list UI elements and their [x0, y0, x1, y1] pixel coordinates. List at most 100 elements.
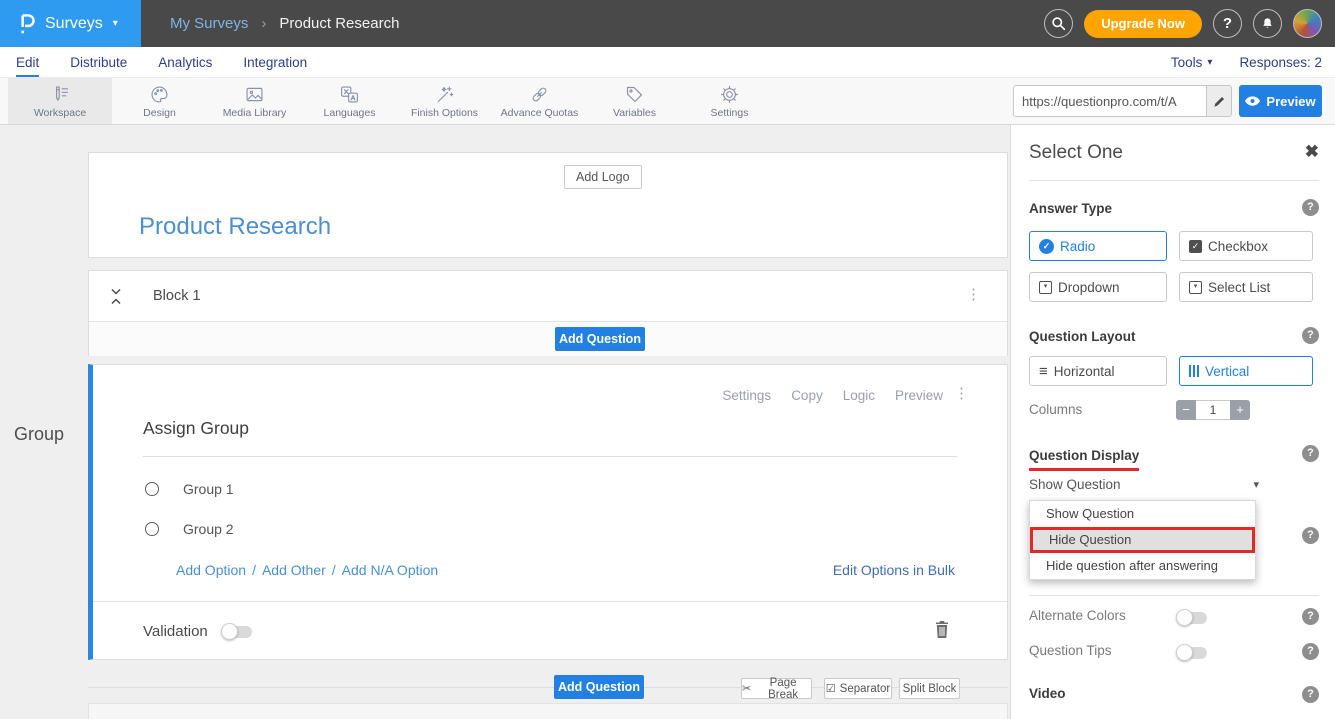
tab-analytics[interactable]: Analytics [158, 47, 212, 77]
help-button[interactable]: ? [1213, 9, 1242, 38]
image-icon [244, 84, 265, 105]
chevron-down-icon: ▾ [1207, 57, 1212, 68]
validation-toggle[interactable] [222, 626, 252, 638]
slash-separator: / [332, 562, 336, 578]
question-preview-link[interactable]: Preview [895, 388, 943, 403]
columns-increment-button[interactable]: + [1230, 400, 1250, 420]
alternate-colors-toggle[interactable] [1177, 612, 1207, 624]
edit-url-button[interactable] [1206, 86, 1231, 116]
editor-toolbar: Workspace Design Media Library Languages… [0, 78, 1335, 125]
hidden-setting-help-icon[interactable]: ? [1302, 527, 1319, 544]
radio-button[interactable] [145, 522, 159, 536]
menu-item-show-question[interactable]: Show Question [1030, 501, 1255, 527]
survey-header-card: Add Logo Product Research [88, 152, 1008, 258]
upgrade-now-button[interactable]: Upgrade Now [1084, 10, 1202, 38]
add-question-button[interactable]: Add Question [555, 327, 645, 351]
magic-wand-icon [434, 84, 455, 105]
toolbar-tab-finish-options[interactable]: Finish Options [397, 78, 492, 124]
breadcrumb-my-surveys[interactable]: My Surveys [170, 15, 248, 32]
question-title[interactable]: Assign Group [143, 418, 249, 439]
survey-url-input[interactable] [1014, 86, 1206, 116]
workspace-icon [50, 84, 71, 105]
block-menu-icon[interactable]: ⋮ [966, 287, 981, 302]
tools-menu[interactable]: Tools ▾ [1171, 55, 1213, 70]
toolbar-tab-design[interactable]: Design [112, 78, 207, 124]
layout-horizontal-button[interactable]: ≡ Horizontal [1029, 356, 1167, 386]
toggle-knob [1176, 609, 1193, 626]
select-list-box-icon: ▾ [1189, 281, 1202, 294]
add-option-link[interactable]: Add Option [176, 562, 246, 578]
survey-url-box [1013, 85, 1232, 117]
survey-nav-bar: Edit Distribute Analytics Integration To… [0, 47, 1335, 78]
split-block-button[interactable]: Split Block [899, 678, 960, 699]
question-title-underline [143, 456, 957, 457]
option-label[interactable]: Group 1 [183, 481, 234, 497]
validation-label: Validation [143, 623, 208, 640]
toolbar-tab-variables[interactable]: Variables [587, 78, 682, 124]
block-title[interactable]: Block 1 [153, 288, 201, 304]
tab-edit[interactable]: Edit [16, 47, 39, 77]
tab-integration[interactable]: Integration [243, 47, 307, 77]
answer-type-option-label: Checkbox [1208, 239, 1268, 254]
answer-type-help-icon[interactable]: ? [1302, 199, 1319, 216]
columns-stepper: − + [1176, 400, 1250, 420]
radio-button[interactable] [145, 482, 159, 496]
dropdown-box-icon: ▾ [1039, 281, 1052, 294]
add-question-button-bottom[interactable]: Add Question [554, 675, 644, 699]
video-help-icon[interactable]: ? [1302, 686, 1319, 703]
breadcrumb-separator-icon: › [261, 15, 266, 32]
answer-type-option-label: Select List [1208, 280, 1270, 295]
question-copy-link[interactable]: Copy [791, 388, 823, 403]
answer-type-select-list-button[interactable]: ▾ Select List [1179, 272, 1313, 302]
question-settings-panel: Select One ✖ Answer Type ? ✓ Radio ✓ Che… [1010, 125, 1335, 719]
separator-button[interactable]: ☑ Separator [824, 678, 892, 699]
preview-button[interactable]: Preview [1239, 85, 1322, 117]
answer-type-dropdown-button[interactable]: ▾ Dropdown [1029, 272, 1167, 302]
alternate-colors-help-icon[interactable]: ? [1302, 608, 1319, 625]
question-tips-help-icon[interactable]: ? [1302, 643, 1319, 660]
add-other-link[interactable]: Add Other [262, 562, 326, 578]
add-logo-button[interactable]: Add Logo [564, 165, 642, 189]
product-menu[interactable]: Surveys ▾ [0, 0, 141, 47]
collapse-block-icon[interactable] [111, 288, 121, 310]
toolbar-tab-label: Media Library [223, 107, 287, 119]
notifications-button[interactable] [1253, 9, 1282, 38]
pencil-icon [1213, 95, 1226, 108]
page-break-button[interactable]: ✂ Page Break [741, 678, 812, 699]
option-label[interactable]: Group 2 [183, 521, 234, 537]
toolbar-tab-advance-quotas[interactable]: Advance Quotas [492, 78, 587, 124]
toolbar-tab-label: Settings [711, 107, 749, 119]
answer-type-label: Answer Type [1029, 201, 1112, 216]
edit-options-in-bulk-link[interactable]: Edit Options in Bulk [833, 562, 955, 578]
columns-decrement-button[interactable]: − [1176, 400, 1196, 420]
question-tips-toggle[interactable] [1177, 647, 1207, 659]
toolbar-tab-settings[interactable]: Settings [682, 78, 777, 124]
avatar[interactable] [1293, 9, 1322, 38]
toolbar-tab-workspace[interactable]: Workspace [8, 78, 112, 124]
toolbar-tab-languages[interactable]: Languages [302, 78, 397, 124]
answer-type-checkbox-button[interactable]: ✓ Checkbox [1179, 231, 1313, 261]
search-button[interactable] [1044, 9, 1073, 38]
close-icon[interactable]: ✖ [1305, 142, 1319, 162]
radio-selected-icon: ✓ [1039, 239, 1054, 254]
question-display-select[interactable]: Show Question ▾ [1029, 477, 1259, 492]
tab-distribute[interactable]: Distribute [70, 47, 127, 77]
columns-value-input[interactable] [1196, 400, 1230, 420]
question-menu-icon[interactable]: ⋮ [954, 386, 969, 401]
menu-item-hide-after-answering[interactable]: Hide question after answering [1030, 553, 1255, 579]
question-settings-link[interactable]: Settings [722, 388, 771, 403]
question-display-help-icon[interactable]: ? [1302, 445, 1319, 462]
top-bar: Surveys ▾ My Surveys › Product Research … [0, 0, 1335, 47]
add-na-option-link[interactable]: Add N/A Option [342, 562, 439, 578]
question-logic-link[interactable]: Logic [843, 388, 875, 403]
responses-count[interactable]: Responses: 2 [1239, 55, 1322, 70]
delete-question-button[interactable] [935, 621, 949, 643]
menu-item-hide-question[interactable]: Hide Question [1030, 527, 1255, 553]
question-display-label-wrap: Question Display [1029, 447, 1139, 471]
question-layout-label: Question Layout [1029, 329, 1136, 344]
answer-type-radio-button[interactable]: ✓ Radio [1029, 231, 1167, 261]
toolbar-tab-media-library[interactable]: Media Library [207, 78, 302, 124]
survey-title[interactable]: Product Research [139, 213, 331, 241]
layout-vertical-button[interactable]: Vertical [1179, 356, 1313, 386]
question-layout-help-icon[interactable]: ? [1302, 327, 1319, 344]
